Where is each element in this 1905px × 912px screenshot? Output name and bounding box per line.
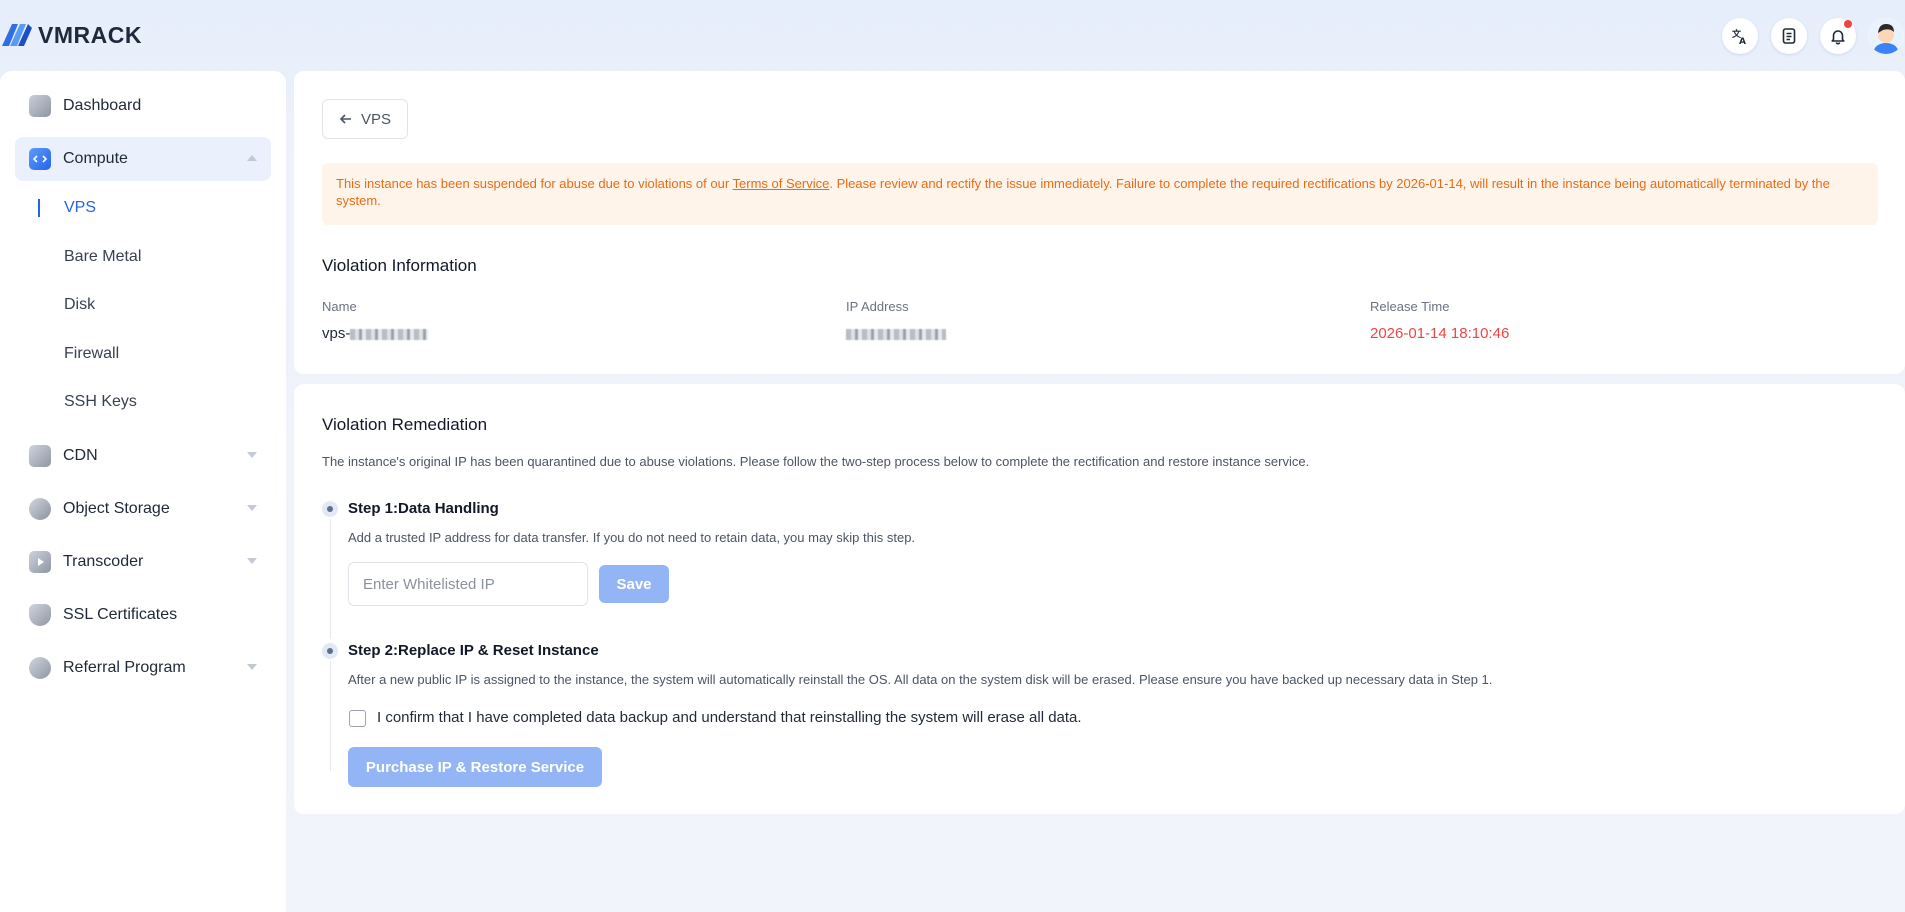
step-connector bbox=[330, 519, 331, 639]
sidebar-subitem-label: SSH Keys bbox=[64, 393, 137, 410]
sidebar-item-label: SSL Certificates bbox=[63, 606, 178, 623]
step1-title: Step 1:Data Handling bbox=[348, 500, 499, 517]
purchase-ip-restore-button[interactable]: Purchase IP & Restore Service bbox=[348, 747, 602, 787]
step1-indicator bbox=[322, 501, 338, 517]
back-button-label: VPS bbox=[360, 110, 391, 128]
sidebar-subitem-bare-metal[interactable]: Bare Metal bbox=[38, 242, 141, 272]
chevron-down-icon bbox=[247, 452, 257, 458]
notification-badge bbox=[1844, 20, 1852, 28]
violation-remediation-card: Violation Remediation The instance's ori… bbox=[294, 384, 1905, 814]
redacted-ip bbox=[846, 328, 946, 340]
arrow-left-icon bbox=[339, 114, 351, 124]
sidebar-item-label: Referral Program bbox=[63, 659, 186, 676]
sidebar-item-cdn[interactable]: CDN bbox=[15, 434, 271, 478]
compute-icon bbox=[29, 148, 51, 170]
sidebar-item-ssl-certificates[interactable]: SSL Certificates bbox=[15, 593, 271, 637]
release-time-label: Release Time bbox=[1370, 299, 1450, 314]
sidebar: Dashboard Compute VPS Bare Metal Disk Fi… bbox=[0, 71, 286, 912]
sidebar-item-compute[interactable]: Compute bbox=[15, 137, 271, 181]
chevron-down-icon bbox=[247, 505, 257, 511]
transcoder-icon bbox=[29, 551, 51, 573]
chevron-down-icon bbox=[247, 664, 257, 670]
sidebar-item-dashboard[interactable]: Dashboard bbox=[15, 84, 271, 128]
back-button[interactable]: VPS bbox=[322, 99, 408, 139]
sidebar-subitem-vps[interactable]: VPS bbox=[38, 193, 96, 223]
svg-text:A: A bbox=[1739, 37, 1746, 45]
ip-address-value bbox=[846, 325, 946, 342]
sidebar-item-transcoder[interactable]: Transcoder bbox=[15, 540, 271, 584]
sidebar-item-object-storage[interactable]: Object Storage bbox=[15, 487, 271, 531]
name-label: Name bbox=[322, 299, 357, 314]
referral-icon bbox=[29, 657, 51, 679]
bell-icon bbox=[1831, 30, 1845, 45]
violation-info-card: VPS This instance has been suspended for… bbox=[294, 71, 1905, 374]
translate-button[interactable]: 文 A bbox=[1722, 18, 1758, 54]
brand-name: VMRACK bbox=[38, 21, 142, 48]
user-avatar[interactable] bbox=[1868, 18, 1904, 54]
confirm-backup-checkbox[interactable] bbox=[349, 710, 366, 727]
remediation-description: The instance's original IP has been quar… bbox=[322, 454, 1310, 469]
step-connector bbox=[330, 661, 331, 771]
document-icon bbox=[1782, 28, 1796, 44]
sidebar-item-label: Compute bbox=[63, 150, 128, 167]
object-storage-icon bbox=[29, 498, 51, 520]
sidebar-item-referral-program[interactable]: Referral Program bbox=[15, 646, 271, 690]
sidebar-item-label: Transcoder bbox=[63, 553, 144, 570]
step1-description: Add a trusted IP address for data transf… bbox=[348, 530, 916, 545]
sidebar-subitem-ssh-keys[interactable]: SSH Keys bbox=[38, 387, 137, 417]
violation-remediation-title: Violation Remediation bbox=[322, 415, 488, 434]
sidebar-item-label: Dashboard bbox=[63, 97, 142, 114]
sidebar-subitem-label: Bare Metal bbox=[64, 248, 142, 265]
save-button[interactable]: Save bbox=[599, 565, 669, 603]
sidebar-subitem-disk[interactable]: Disk bbox=[38, 290, 95, 320]
notifications-button[interactable] bbox=[1820, 18, 1856, 54]
step2-indicator bbox=[322, 643, 338, 659]
sidebar-item-label: Object Storage bbox=[63, 500, 170, 517]
dashboard-icon bbox=[29, 95, 51, 117]
chevron-up-icon bbox=[247, 155, 257, 161]
documents-button[interactable] bbox=[1771, 18, 1807, 54]
ssl-shield-icon bbox=[29, 604, 51, 626]
violation-information-title: Violation Information bbox=[322, 256, 477, 275]
sidebar-subitem-label: VPS bbox=[64, 199, 97, 216]
brand-logo[interactable]: VMRACK bbox=[0, 20, 142, 50]
terms-of-service-link[interactable]: Terms of Service bbox=[733, 176, 830, 191]
redacted-name bbox=[350, 328, 429, 340]
top-header: VMRACK 文 A bbox=[0, 0, 1905, 70]
sidebar-subitem-firewall[interactable]: Firewall bbox=[38, 339, 119, 369]
avatar-icon bbox=[1868, 18, 1904, 54]
release-time-value: 2026-01-14 18:10:46 bbox=[1370, 325, 1510, 342]
name-value: vps- bbox=[322, 325, 429, 342]
ip-address-label: IP Address bbox=[846, 299, 909, 314]
step2-description: After a new public IP is assigned to the… bbox=[348, 672, 1493, 687]
sidebar-subitem-label: Firewall bbox=[64, 345, 120, 362]
translate-icon: 文 A bbox=[1731, 28, 1746, 45]
sidebar-subitem-label: Disk bbox=[64, 296, 96, 313]
name-value-text: vps- bbox=[322, 325, 351, 342]
step2-title: Step 2:Replace IP & Reset Instance bbox=[348, 642, 599, 659]
whitelisted-ip-input[interactable] bbox=[348, 562, 588, 606]
active-indicator bbox=[38, 199, 40, 217]
confirm-backup-label[interactable]: I confirm that I have completed data bac… bbox=[377, 709, 1082, 726]
sidebar-item-label: CDN bbox=[63, 447, 98, 464]
alert-text-prefix: This instance has been suspended for abu… bbox=[336, 176, 733, 191]
suspension-alert: This instance has been suspended for abu… bbox=[322, 163, 1878, 225]
cdn-icon bbox=[29, 445, 51, 467]
chevron-down-icon bbox=[247, 558, 257, 564]
logo-icon bbox=[2, 24, 32, 46]
